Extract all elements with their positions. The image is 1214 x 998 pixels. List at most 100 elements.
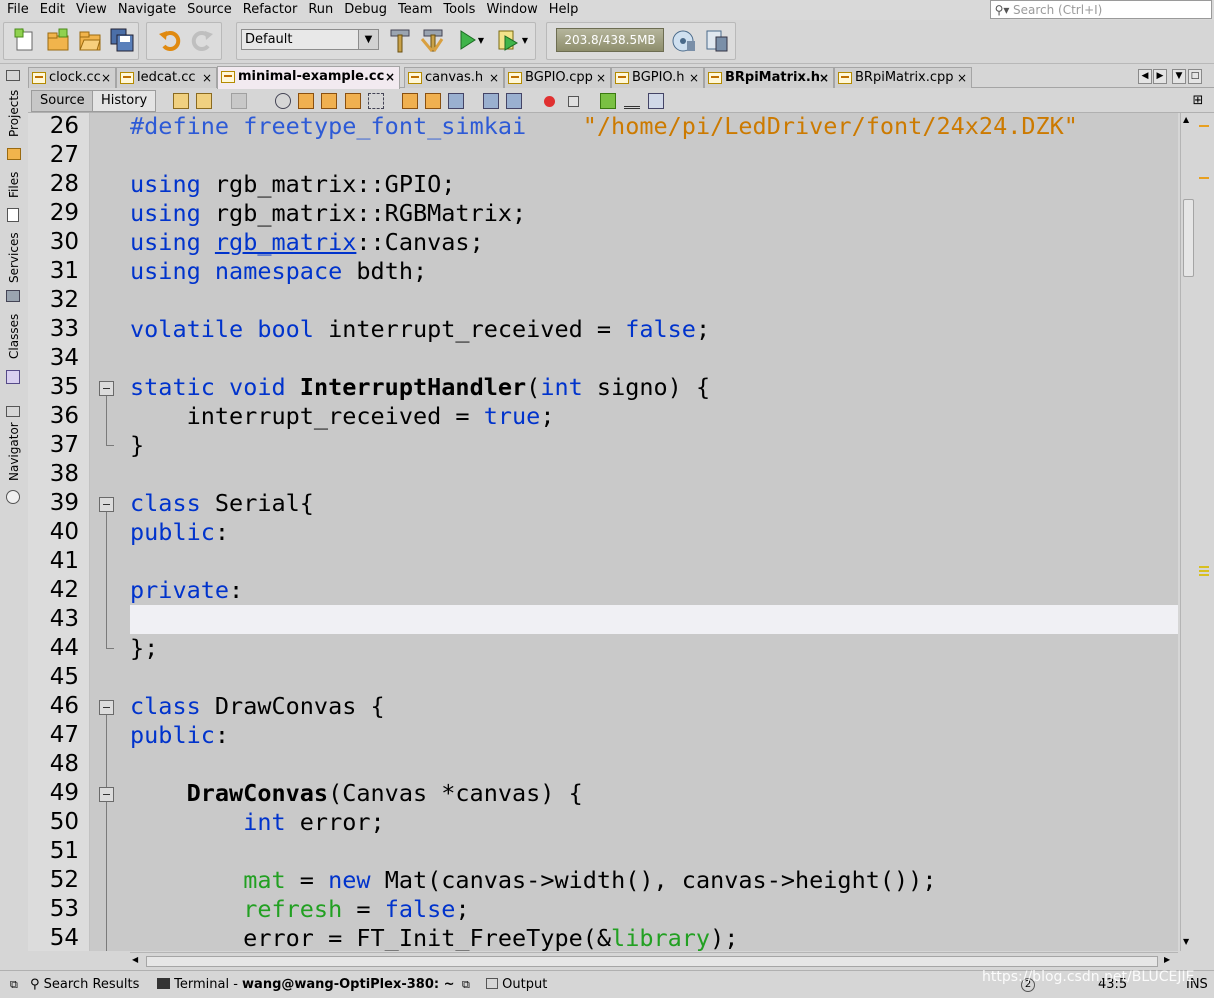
code-line[interactable]: [130, 663, 1178, 692]
format-icon[interactable]: [648, 93, 664, 109]
close-icon[interactable]: ×: [596, 68, 606, 88]
shift-right-icon[interactable]: [506, 93, 522, 109]
tab-minimal-example-cc[interactable]: minimal-example.cc ×: [217, 66, 400, 89]
tab-bgpio-cpp[interactable]: BGPIO.cpp ×: [504, 67, 611, 88]
menu-edit[interactable]: Edit: [33, 0, 69, 20]
code-line[interactable]: using rgb_matrix::Canvas;: [130, 228, 1178, 257]
search-results-tab[interactable]: ⚲ Search Results: [30, 977, 139, 993]
close-icon[interactable]: ×: [957, 68, 967, 88]
output-tab[interactable]: Output: [486, 977, 547, 993]
profile-icon[interactable]: [668, 24, 698, 56]
open-project-icon[interactable]: [75, 24, 105, 56]
toggle-bookmark-icon[interactable]: [448, 93, 464, 109]
menu-navigate[interactable]: Navigate: [111, 0, 180, 20]
restore-icon[interactable]: ⧉: [10, 977, 18, 993]
find-icon[interactable]: [275, 93, 291, 109]
restore-icon[interactable]: [6, 70, 20, 81]
tab-clock-cc[interactable]: clock.cc ×: [28, 67, 116, 88]
close-icon[interactable]: ×: [101, 68, 111, 88]
menu-team[interactable]: Team: [391, 0, 436, 20]
debug-dropdown-icon[interactable]: ▼: [518, 24, 532, 56]
undo-icon[interactable]: [155, 24, 185, 56]
code-line[interactable]: public:: [130, 518, 1178, 547]
configuration-select[interactable]: Default ▼: [241, 29, 379, 50]
sidebar-tab-classes[interactable]: Classes: [4, 314, 24, 366]
current-line-mark[interactable]: [1199, 566, 1209, 568]
find-next-icon[interactable]: [321, 93, 337, 109]
code-line[interactable]: }: [130, 431, 1178, 460]
search-box[interactable]: ⚲▾ Search (Ctrl+I): [990, 0, 1212, 19]
save-all-icon[interactable]: [107, 24, 137, 56]
restore-icon[interactable]: ⧉: [462, 977, 470, 993]
code-line[interactable]: [130, 605, 1178, 634]
code-line[interactable]: };: [130, 634, 1178, 663]
fold-toggle[interactable]: [99, 381, 114, 396]
close-icon[interactable]: ×: [819, 68, 829, 88]
code-line[interactable]: [130, 286, 1178, 315]
previous-bookmark-icon[interactable]: [402, 93, 418, 109]
scroll-down-icon[interactable]: ▼: [1183, 937, 1189, 946]
current-line-mark[interactable]: [1199, 570, 1209, 572]
build-hammer-icon[interactable]: [385, 24, 415, 56]
split-editor-icon[interactable]: ⊞: [1190, 93, 1206, 109]
fold-toggle[interactable]: [99, 787, 114, 802]
tab-brpimatrix-cpp[interactable]: BRpiMatrix.cpp ×: [834, 67, 972, 88]
fold-toggle[interactable]: [99, 497, 114, 512]
sidebar-tab-navigator[interactable]: Navigator: [4, 422, 24, 486]
run-dropdown-icon[interactable]: ▼: [474, 24, 488, 56]
close-icon[interactable]: ×: [489, 68, 499, 88]
scroll-tabs-left-icon[interactable]: ◀: [1138, 69, 1152, 84]
tab-ledcat-cc[interactable]: ledcat.cc ×: [116, 67, 217, 88]
next-bookmark-icon[interactable]: [425, 93, 441, 109]
annotation-mark[interactable]: [1199, 125, 1209, 127]
find-previous-icon[interactable]: [298, 93, 314, 109]
menu-tools[interactable]: Tools: [436, 0, 479, 20]
scrollbar-thumb[interactable]: [146, 956, 1158, 967]
scroll-up-icon[interactable]: ▲: [1183, 115, 1189, 124]
comment-icon[interactable]: [600, 93, 616, 109]
code-line[interactable]: using rgb_matrix::RGBMatrix;: [130, 199, 1178, 228]
code-line[interactable]: public:: [130, 721, 1178, 750]
show-opened-documents-icon[interactable]: ▼: [1172, 69, 1186, 84]
forward-icon[interactable]: [231, 93, 247, 109]
scrollbar-thumb[interactable]: [1183, 199, 1194, 277]
current-line-mark[interactable]: [1199, 574, 1209, 576]
back-icon[interactable]: [196, 93, 212, 109]
code-line[interactable]: refresh = false;: [130, 895, 1178, 924]
code-editor[interactable]: 26 27 28 29 30 31 32 33 34 35 36 37 38 39 40 41 42 43 44 45…: [28, 113, 1178, 951]
vertical-scrollbar[interactable]: ▲ ▼: [1180, 113, 1196, 951]
attach-profiler-icon[interactable]: [701, 24, 731, 56]
code-line[interactable]: class DrawConvas {: [130, 692, 1178, 721]
search-input[interactable]: Search (Ctrl+I): [1013, 3, 1102, 17]
menu-window[interactable]: Window: [479, 0, 541, 20]
close-icon[interactable]: ×: [689, 68, 699, 88]
menu-source[interactable]: Source: [180, 0, 236, 20]
code-line[interactable]: using rgb_matrix::GPIO;: [130, 170, 1178, 199]
sidebar-tab-services[interactable]: Services: [4, 232, 24, 286]
sidebar-tab-files[interactable]: Files: [4, 172, 24, 204]
menu-debug[interactable]: Debug: [337, 0, 391, 20]
code-line[interactable]: DrawConvas(Canvas *canvas) {: [130, 779, 1178, 808]
tab-canvas-h[interactable]: canvas.h ×: [404, 67, 504, 88]
menu-help[interactable]: Help: [542, 0, 583, 20]
shift-left-icon[interactable]: [483, 93, 499, 109]
terminal-tab[interactable]: Terminal - wang@wang-OptiPlex-380: ~: [157, 977, 455, 993]
annotation-mark[interactable]: [1199, 177, 1209, 179]
scroll-left-icon[interactable]: ◀: [132, 955, 138, 964]
tab-bgpio-h[interactable]: BGPIO.h ×: [611, 67, 704, 88]
history-tab-button[interactable]: History: [92, 90, 157, 112]
start-macro-icon[interactable]: [544, 96, 555, 107]
code-area[interactable]: #define freetype_font_simkai "/home/pi/L…: [130, 113, 1178, 951]
uncomment-icon[interactable]: [624, 93, 640, 109]
find-selection-icon[interactable]: [345, 93, 361, 109]
restore-navigator-icon[interactable]: [6, 406, 20, 417]
close-icon[interactable]: ×: [202, 68, 212, 88]
redo-icon[interactable]: [187, 24, 217, 56]
code-line[interactable]: class Serial{: [130, 489, 1178, 518]
code-line[interactable]: [130, 750, 1178, 779]
menu-run[interactable]: Run: [301, 0, 337, 20]
scroll-tabs-right-icon[interactable]: ▶: [1153, 69, 1167, 84]
code-line[interactable]: [130, 547, 1178, 576]
code-line[interactable]: interrupt_received = true;: [130, 402, 1178, 431]
new-file-icon[interactable]: [10, 24, 40, 56]
